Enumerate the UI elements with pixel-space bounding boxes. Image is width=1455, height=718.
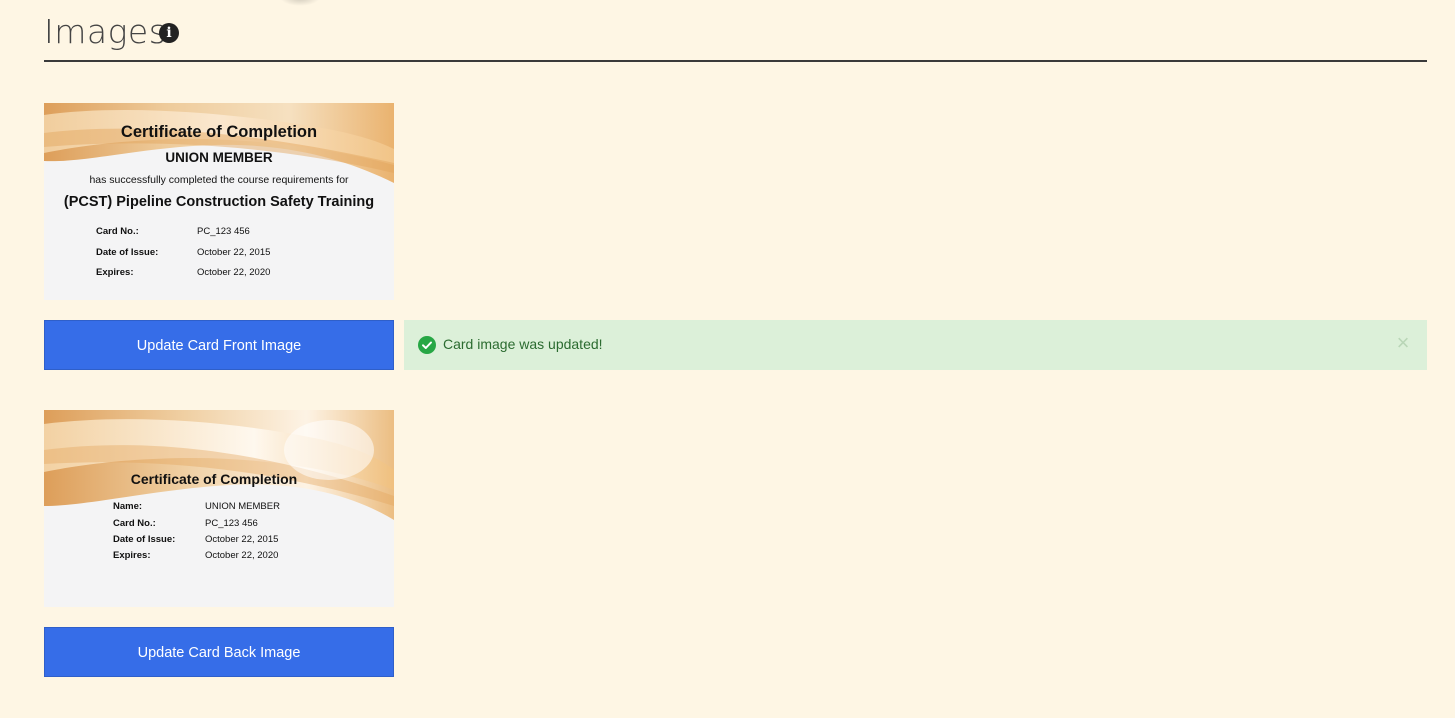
success-alert: Card image was updated! ×	[404, 320, 1427, 370]
section-title: Images	[44, 12, 167, 51]
field-label: Expires:	[96, 267, 134, 278]
field-label: Name:	[113, 501, 143, 512]
card-front-name: UNION MEMBER	[165, 150, 273, 165]
card-front-field: Card No.: PC_123 456	[96, 226, 356, 240]
close-icon[interactable]: ×	[1393, 332, 1413, 354]
images-page: Images i Certificate of Completion UNION…	[0, 0, 1455, 718]
card-back-field: Name: UNION MEMBER	[113, 501, 373, 515]
field-label: Date of Issue:	[113, 534, 176, 545]
card-front-field: Expires: October 22, 2020	[96, 267, 356, 281]
update-card-front-button[interactable]: Update Card Front Image	[44, 320, 394, 370]
field-value: PC_123 456	[205, 518, 258, 529]
alert-message: Card image was updated!	[443, 336, 603, 352]
info-icon[interactable]: i	[159, 23, 179, 43]
field-label: Date of Issue:	[96, 247, 159, 258]
field-value: October 22, 2015	[197, 247, 271, 258]
card-back-field: Card No.: PC_123 456	[113, 518, 373, 532]
field-label: Card No.:	[113, 518, 156, 529]
card-back-field: Date of Issue: October 22, 2015	[113, 534, 373, 548]
field-value: PC_123 456	[197, 226, 250, 237]
field-value: October 22, 2020	[205, 550, 279, 561]
card-back-title: Certificate of Completion	[130, 471, 298, 487]
card-front-description: has successfully completed the course re…	[89, 174, 349, 186]
check-circle-icon	[418, 336, 436, 354]
section-header: Images i	[44, 0, 1427, 62]
card-back-image: Certificate of Completion Name: UNION ME…	[44, 410, 394, 607]
field-value: UNION MEMBER	[205, 501, 280, 512]
card-front-title: Certificate of Completion	[120, 123, 318, 141]
card-back-field: Expires: October 22, 2020	[113, 550, 373, 564]
field-value: October 22, 2020	[197, 267, 271, 278]
card-front-course: (PCST) Pipeline Construction Safety Trai…	[63, 194, 375, 210]
field-value: October 22, 2015	[205, 534, 279, 545]
card-front-field: Date of Issue: October 22, 2015	[96, 247, 356, 261]
card-front-image: Certificate of Completion UNION MEMBER h…	[44, 103, 394, 300]
field-label: Card No.:	[96, 226, 139, 237]
field-label: Expires:	[113, 550, 151, 561]
update-card-back-button[interactable]: Update Card Back Image	[44, 627, 394, 677]
